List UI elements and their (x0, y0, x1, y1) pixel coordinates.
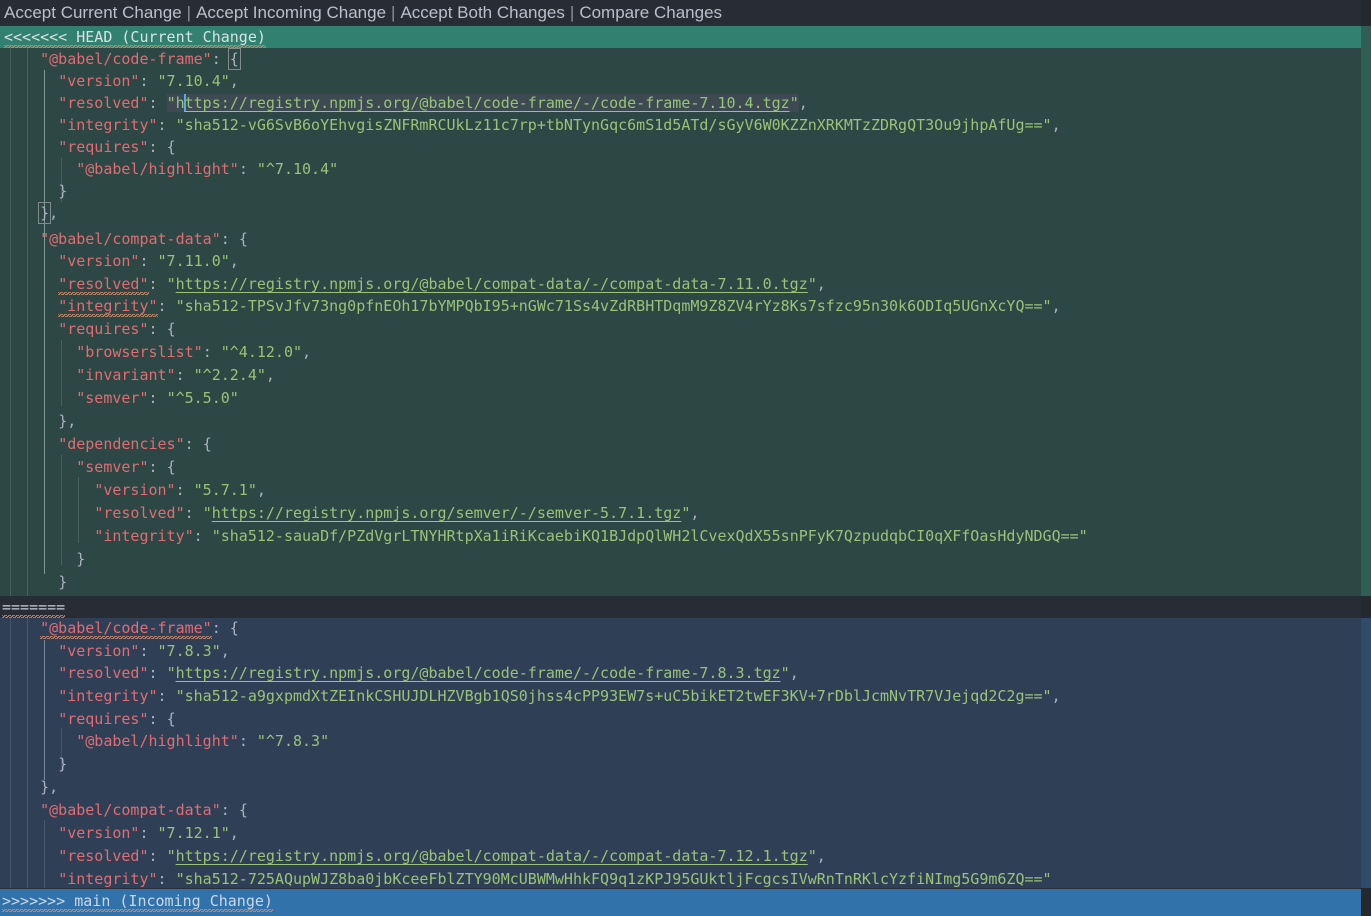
overview-mark-current (1361, 26, 1371, 596)
codelens-separator-1: | (186, 3, 192, 22)
code-line[interactable]: "version": "7.12.1", (4, 822, 239, 844)
resolved-url-link[interactable]: https://registry.npmjs.org/@babel/compat… (176, 847, 808, 865)
code-line[interactable]: "dependencies": { (4, 433, 212, 455)
codelens-separator-3: | (569, 3, 575, 22)
resolved-url-link[interactable]: ttps://registry.npmjs.org/@babel/code-fr… (185, 94, 790, 112)
code-line[interactable]: "requires": { (4, 318, 175, 340)
code-line[interactable]: "@babel/code-frame": { (4, 48, 241, 70)
vertical-scrollbar[interactable] (1361, 0, 1371, 916)
code-line[interactable]: "integrity": "sha512-TPSvJfv73ng0pfnEOh1… (4, 295, 1061, 317)
code-line[interactable]: "integrity": "sha512-a9gxpmdXtZEInkCSHUJ… (4, 685, 1060, 707)
resolved-url-link[interactable]: https://registry.npmjs.org/semver/-/semv… (212, 504, 682, 522)
incoming-change-header-text: >>>>>>> main (Incoming Change) (2, 892, 273, 912)
accept-incoming-change-action[interactable]: Accept Incoming Change (196, 3, 386, 22)
code-line[interactable]: }, (4, 202, 58, 224)
code-line[interactable]: "integrity": "sha512-725AQupWJZ8ba0jbKce… (4, 868, 1051, 890)
code-line[interactable]: "integrity": "sha512-sauaDf/PZdVgrLTNYHR… (4, 525, 1087, 547)
code-line[interactable]: "integrity": "sha512-vG6SvB6oYEhvgisZNFR… (4, 114, 1060, 136)
code-line[interactable]: "version": "7.11.0", (4, 250, 239, 272)
accept-both-changes-action[interactable]: Accept Both Changes (400, 3, 564, 22)
code-line[interactable]: "@babel/code-frame": { (4, 617, 239, 639)
code-line[interactable]: "requires": { (4, 136, 175, 158)
code-line[interactable]: } (4, 571, 67, 593)
compare-changes-action[interactable]: Compare Changes (579, 3, 722, 22)
code-line[interactable]: "version": "5.7.1", (4, 479, 266, 501)
conflict-separator-row (0, 596, 1371, 618)
merge-conflict-codelens: Accept Current Change | Accept Incoming Ch… (0, 0, 1371, 26)
conflict-separator-text: ======= (2, 598, 66, 618)
code-line[interactable]: "requires": { (4, 708, 175, 730)
code-line[interactable]: } (4, 753, 67, 775)
code-line[interactable]: "version": "7.8.3", (4, 640, 230, 662)
code-line[interactable]: }, (4, 776, 58, 798)
code-line[interactable]: "invariant": "^2.2.4", (4, 364, 275, 386)
current-change-header-text: <<<<<<< HEAD (Current Change) (4, 28, 266, 48)
code-line[interactable]: }, (4, 410, 76, 432)
codelens-separator-2: | (391, 3, 396, 22)
code-line[interactable]: "resolved": "https://registry.npmjs.org/… (4, 92, 808, 114)
code-line[interactable]: "browserslist": "^4.12.0", (4, 341, 311, 363)
code-line[interactable]: } (4, 548, 85, 570)
code-line[interactable]: "@babel/compat-data": { (4, 799, 248, 821)
code-line[interactable]: "resolved": "https://registry.npmjs.org/… (4, 502, 699, 524)
code-line[interactable]: "semver": "^5.5.0" (4, 387, 239, 409)
merge-conflict-editor[interactable]: Accept Current Change | Accept Incoming Ch… (0, 0, 1371, 916)
code-line[interactable]: "@babel/compat-data": { (4, 228, 248, 250)
code-line[interactable]: "version": "7.10.4", (4, 70, 239, 92)
code-line[interactable]: "@babel/highlight": "^7.10.4" (4, 158, 338, 180)
code-line[interactable]: } (4, 180, 67, 202)
code-line[interactable]: "resolved": "https://registry.npmjs.org/… (4, 662, 799, 684)
resolved-url-link[interactable]: https://registry.npmjs.org/@babel/code-f… (176, 664, 781, 682)
resolved-url-link[interactable]: https://registry.npmjs.org/@babel/compat… (176, 275, 808, 293)
code-line[interactable]: "resolved": "https://registry.npmjs.org/… (4, 273, 826, 295)
accept-current-change-action[interactable]: Accept Current Change (4, 3, 182, 22)
overview-mark-incoming (1361, 618, 1371, 888)
code-line[interactable]: "semver": { (4, 456, 175, 478)
code-line[interactable]: "resolved": "https://registry.npmjs.org/… (4, 845, 826, 867)
code-line[interactable]: "@babel/highlight": "^7.8.3" (4, 730, 329, 752)
